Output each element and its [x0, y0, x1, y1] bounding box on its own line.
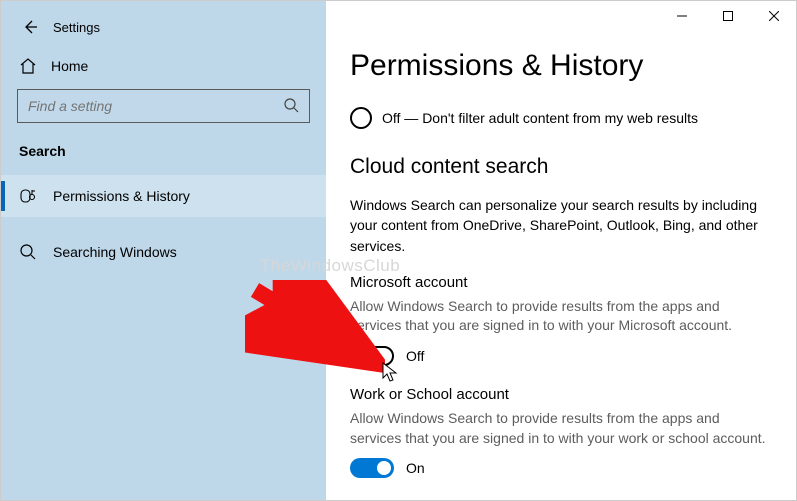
- find-setting-search[interactable]: [17, 89, 310, 123]
- main-content: Permissions & History Off — Don't filter…: [326, 1, 796, 500]
- safesearch-off-option[interactable]: Off — Don't filter adult content from my…: [350, 107, 772, 129]
- maximize-button[interactable]: [705, 0, 751, 32]
- sidebar-item-searching-windows[interactable]: Searching Windows: [1, 231, 326, 273]
- sidebar-home[interactable]: Home: [1, 39, 326, 89]
- ms-account-title: Microsoft account: [350, 274, 772, 291]
- work-account-title: Work or School account: [350, 386, 772, 403]
- settings-window: Settings Home Search Permissions & Histo…: [0, 0, 797, 501]
- home-icon: [19, 57, 37, 75]
- sidebar-item-label: Permissions & History: [53, 188, 190, 204]
- radio-icon: [350, 107, 372, 129]
- window-controls: [659, 0, 797, 32]
- search-input[interactable]: [28, 98, 283, 114]
- work-account-toggle[interactable]: [350, 458, 394, 478]
- window-title: Settings: [53, 20, 100, 35]
- search-icon: [283, 97, 299, 116]
- sidebar-section-label: Search: [1, 137, 326, 175]
- shield-key-icon: [19, 187, 37, 205]
- section-heading-cloud: Cloud content search: [350, 155, 772, 179]
- ms-account-desc: Allow Windows Search to provide results …: [350, 297, 772, 336]
- radio-label: Off — Don't filter adult content from my…: [382, 110, 698, 126]
- sidebar: Settings Home Search Permissions & Histo…: [1, 1, 326, 500]
- ms-account-toggle-state: Off: [406, 348, 424, 364]
- work-account-toggle-state: On: [406, 460, 425, 476]
- close-button[interactable]: [751, 0, 797, 32]
- ms-account-toggle[interactable]: [350, 346, 394, 366]
- search-icon: [19, 243, 37, 261]
- home-label: Home: [51, 58, 88, 74]
- sidebar-item-label: Searching Windows: [53, 244, 177, 260]
- page-title: Permissions & History: [350, 49, 772, 83]
- sidebar-item-permissions-history[interactable]: Permissions & History: [1, 175, 326, 217]
- work-account-desc: Allow Windows Search to provide results …: [350, 409, 772, 448]
- back-icon[interactable]: [21, 19, 39, 35]
- minimize-button[interactable]: [659, 0, 705, 32]
- section-description: Windows Search can personalize your sear…: [350, 195, 772, 256]
